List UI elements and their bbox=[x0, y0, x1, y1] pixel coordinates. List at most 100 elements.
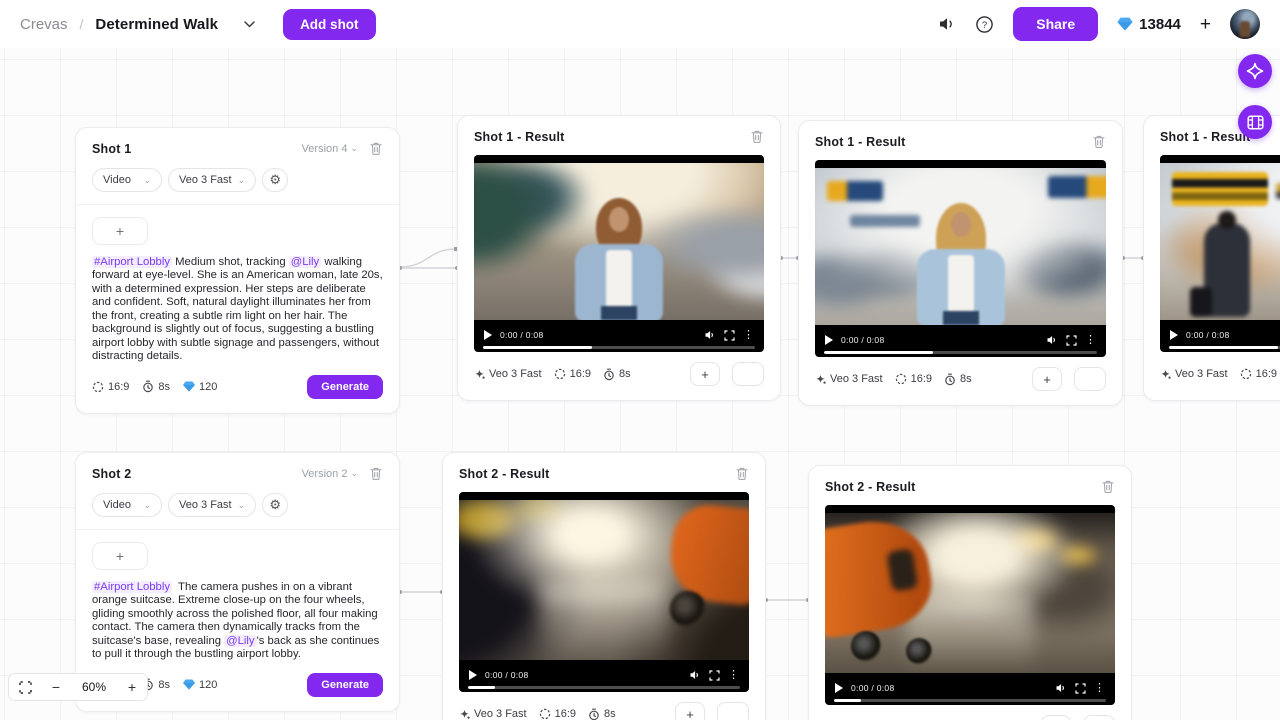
add-to-shot-button[interactable]: + bbox=[675, 702, 705, 720]
prompt-text[interactable]: #Airport Lobbly The camera pushes in on … bbox=[92, 581, 383, 662]
add-to-shot-button[interactable]: + bbox=[690, 362, 720, 386]
result-title: Shot 1 - Result bbox=[815, 135, 906, 149]
trash-icon bbox=[369, 466, 383, 481]
download-button[interactable] bbox=[1083, 715, 1115, 720]
delete-shot-button[interactable] bbox=[369, 466, 383, 481]
video-progress-bar[interactable] bbox=[483, 346, 755, 349]
video-player[interactable]: 0:00 / 0:08 ⋮ bbox=[825, 505, 1115, 705]
download-button[interactable] bbox=[1074, 367, 1106, 391]
video-thumbnail bbox=[474, 163, 764, 320]
time-display: 0:00 / 0:08 bbox=[851, 683, 894, 693]
video-thumbnail bbox=[1160, 163, 1280, 320]
result-card[interactable]: Shot 1 - Result 0:00 / 0:08 bbox=[1143, 115, 1280, 401]
fullscreen-button[interactable] bbox=[709, 670, 720, 681]
download-button[interactable] bbox=[717, 702, 749, 720]
help-button[interactable]: ? bbox=[975, 15, 994, 34]
media-type-dropdown[interactable]: Video⌄ bbox=[92, 493, 162, 517]
delete-result-button[interactable] bbox=[1101, 479, 1115, 494]
fit-view-button[interactable] bbox=[9, 674, 41, 700]
shot-card[interactable]: Shot 1 Version 4⌄ Video⌄ Veo 3 Fast⌄ bbox=[75, 127, 400, 414]
video-menu-button[interactable]: ⋮ bbox=[728, 670, 739, 681]
result-card[interactable]: Shot 2 - Result 0:00 / 0:08 bbox=[442, 452, 766, 720]
add-to-shot-button[interactable]: + bbox=[1032, 367, 1062, 391]
video-progress-bar[interactable] bbox=[468, 686, 740, 689]
shot-settings-button[interactable]: ⚙ bbox=[262, 168, 288, 192]
download-button[interactable] bbox=[732, 362, 764, 386]
fullscreen-button[interactable] bbox=[1066, 335, 1077, 346]
add-shot-button[interactable]: Add shot bbox=[283, 9, 376, 40]
breadcrumb-separator: / bbox=[80, 16, 84, 32]
delete-result-button[interactable] bbox=[735, 466, 749, 481]
mute-button[interactable] bbox=[689, 669, 701, 681]
result-card[interactable]: Shot 1 - Result 0:00 / 0:08 bbox=[457, 115, 781, 401]
play-button[interactable] bbox=[835, 683, 843, 693]
result-card[interactable]: Shot 2 - Result 0:00 / 0:08 bbox=[808, 465, 1132, 720]
add-reference-button[interactable]: + bbox=[92, 217, 148, 245]
add-credits-button[interactable]: + bbox=[1200, 15, 1211, 34]
video-player[interactable]: 0:00 / 0:08 ⋮ bbox=[474, 155, 764, 352]
version-dropdown[interactable]: Version 4⌄ bbox=[302, 143, 358, 155]
duration-label: 8s bbox=[944, 373, 972, 386]
video-progress-bar[interactable] bbox=[824, 351, 1097, 354]
mute-button[interactable] bbox=[1046, 334, 1058, 346]
add-to-shot-button[interactable]: + bbox=[1041, 715, 1071, 720]
video-progress-bar[interactable] bbox=[834, 699, 1106, 702]
video-menu-button[interactable]: ⋮ bbox=[1094, 683, 1105, 694]
shot-canvas[interactable]: Shot 1 Version 4⌄ Video⌄ Veo 3 Fast⌄ bbox=[0, 48, 1280, 720]
video-player[interactable]: 0:00 / 0:08 ⋮ bbox=[1160, 155, 1280, 352]
project-menu-chevron-icon[interactable] bbox=[244, 21, 255, 28]
credits-balance[interactable]: 13844 bbox=[1117, 16, 1181, 33]
play-button[interactable] bbox=[484, 330, 492, 340]
gem-icon bbox=[183, 381, 195, 392]
result-card[interactable]: Shot 1 - Result 0:00 / 0:08 bbox=[798, 120, 1123, 406]
trash-icon bbox=[735, 466, 749, 481]
svg-text:?: ? bbox=[982, 20, 987, 31]
add-reference-button[interactable]: + bbox=[92, 542, 148, 570]
aspect-ratio-setting[interactable]: 16:9 bbox=[92, 381, 129, 393]
media-type-dropdown[interactable]: Video⌄ bbox=[92, 168, 162, 192]
user-avatar[interactable] bbox=[1230, 9, 1260, 39]
mute-button[interactable] bbox=[1055, 682, 1067, 694]
play-button[interactable] bbox=[1170, 330, 1178, 340]
model-dropdown[interactable]: Veo 3 Fast⌄ bbox=[168, 168, 256, 192]
fullscreen-button[interactable] bbox=[724, 330, 735, 341]
video-menu-button[interactable]: ⋮ bbox=[1085, 335, 1096, 346]
zoom-in-button[interactable]: + bbox=[117, 674, 147, 700]
shot-settings-button[interactable]: ⚙ bbox=[262, 493, 288, 517]
plus-icon: + bbox=[116, 223, 124, 239]
chevron-down-icon: ⌄ bbox=[350, 144, 358, 153]
fullscreen-button[interactable] bbox=[1075, 683, 1086, 694]
mute-button[interactable] bbox=[704, 329, 716, 341]
project-title[interactable]: Determined Walk bbox=[95, 16, 218, 33]
video-player[interactable]: 0:00 / 0:08 ⋮ bbox=[815, 160, 1106, 357]
sound-button[interactable] bbox=[938, 16, 956, 32]
zoom-level[interactable]: 60% bbox=[71, 674, 117, 700]
generate-button[interactable]: Generate bbox=[307, 375, 383, 399]
sparkle-icon bbox=[1160, 369, 1171, 380]
generate-button[interactable]: Generate bbox=[307, 673, 383, 697]
share-button[interactable]: Share bbox=[1013, 7, 1098, 41]
plus-icon: + bbox=[1043, 372, 1051, 387]
zoom-out-button[interactable]: − bbox=[41, 674, 71, 700]
video-menu-button[interactable]: ⋮ bbox=[743, 330, 754, 341]
chevron-down-icon: ⌄ bbox=[350, 469, 358, 478]
timeline-button[interactable] bbox=[1238, 105, 1272, 139]
delete-shot-button[interactable] bbox=[369, 141, 383, 156]
plus-icon: + bbox=[116, 548, 124, 564]
delete-result-button[interactable] bbox=[1092, 134, 1106, 149]
trash-icon bbox=[1092, 134, 1106, 149]
play-button[interactable] bbox=[469, 670, 477, 680]
breadcrumb: Crevas / Determined Walk bbox=[20, 16, 255, 33]
video-player[interactable]: 0:00 / 0:08 ⋮ bbox=[459, 492, 749, 692]
version-dropdown[interactable]: Version 2⌄ bbox=[302, 468, 358, 480]
brand-name[interactable]: Crevas bbox=[20, 16, 68, 33]
play-button[interactable] bbox=[825, 335, 833, 345]
model-dropdown[interactable]: Veo 3 Fast⌄ bbox=[168, 493, 256, 517]
duration-setting[interactable]: 8s bbox=[142, 380, 170, 393]
ai-assistant-button[interactable] bbox=[1238, 54, 1272, 88]
delete-result-button[interactable] bbox=[750, 129, 764, 144]
speaker-icon bbox=[938, 16, 956, 32]
video-progress-bar[interactable] bbox=[1169, 346, 1280, 349]
prompt-text[interactable]: #Airport Lobbly Medium shot, tracking @L… bbox=[92, 256, 383, 364]
model-label: Veo 3 Fast bbox=[815, 373, 883, 385]
